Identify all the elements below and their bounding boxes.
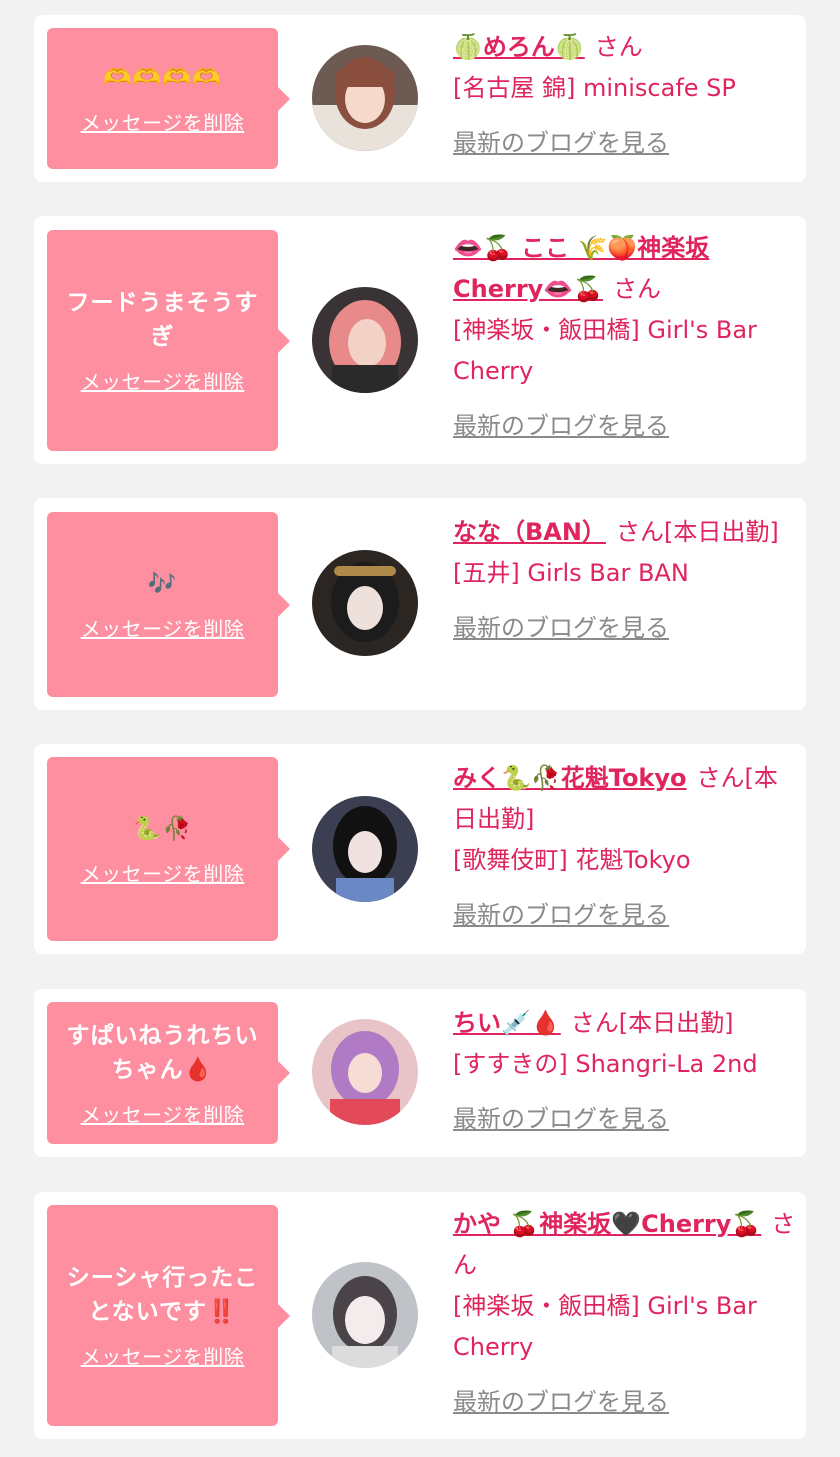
avatar[interactable] xyxy=(312,550,418,656)
message-text: シーシャ行ったことないです‼️ xyxy=(66,1265,259,1325)
honorific: さん xyxy=(696,764,745,792)
shop-name: [神楽坂・飯田橋] Girl's Bar Cherry xyxy=(453,316,757,385)
shop-name: [歌舞伎町] 花魁Tokyo xyxy=(453,846,691,874)
message-bubble: すぱいねうれちいちゃん🩸 メッセージを削除 xyxy=(47,1002,290,1144)
cast-name-link[interactable]: 👄🍒 ここ 🌾🍑神楽坂Cherry👄🍒 xyxy=(453,234,709,303)
avatar[interactable] xyxy=(312,796,418,902)
latest-blog-link[interactable]: 最新のブログを見る xyxy=(453,1382,669,1423)
latest-blog-link[interactable]: 最新のブログを見る xyxy=(453,123,669,164)
avatar[interactable] xyxy=(312,1262,418,1368)
delete-message-link[interactable]: メッセージを削除 xyxy=(81,613,245,642)
avatar[interactable] xyxy=(312,287,418,393)
delete-message-link[interactable]: メッセージを削除 xyxy=(81,366,245,395)
avatar[interactable] xyxy=(312,1019,418,1125)
honorific: さん xyxy=(615,518,664,546)
message-text: 🐍🥀 xyxy=(132,815,193,842)
message-text: フードうまそうすぎ xyxy=(66,290,259,350)
message-text: すぱいねうれちいちゃん🩸 xyxy=(66,1022,259,1083)
message-card: フードうまそうすぎ メッセージを削除 👄🍒 ここ 🌾🍑神楽坂Cherry👄🍒 さん… xyxy=(34,216,806,464)
cast-info: みく🐍🥀花魁Tokyo さん[本日出勤] [歌舞伎町] 花魁Tokyo 最新のブロ… xyxy=(453,758,798,936)
message-bubble: 🎶 メッセージを削除 xyxy=(47,512,290,697)
latest-blog-link[interactable]: 最新のブログを見る xyxy=(453,406,669,447)
message-bubble: 🐍🥀 メッセージを削除 xyxy=(47,757,290,941)
cast-info: ちい💉🩸 さん[本日出勤] [すすきの] Shangri-La 2nd 最新のブロ… xyxy=(453,1003,798,1140)
message-bubble: フードうまそうすぎ メッセージを削除 xyxy=(47,230,290,451)
delete-message-link[interactable]: メッセージを削除 xyxy=(81,107,245,136)
work-status: [本日出勤] xyxy=(663,518,779,546)
message-card: 🐍🥀 メッセージを削除 みく🐍🥀花魁Tokyo さん[本日出勤] [歌舞伎町] 花… xyxy=(34,744,806,954)
delete-message-link[interactable]: メッセージを削除 xyxy=(81,858,245,887)
message-text: 🫶🫶🫶🫶 xyxy=(103,65,222,91)
message-text: 🎶 xyxy=(147,571,178,597)
cast-info: 🍈めろん🍈 さん [名古屋 錦] miniscafe SP 最新のブログを見る xyxy=(453,27,798,164)
avatar[interactable] xyxy=(312,45,418,151)
cast-info: かや 🍒神楽坂🖤Cherry🍒 さん [神楽坂・飯田橋] Girl's Bar C… xyxy=(453,1204,798,1423)
cast-info: 👄🍒 ここ 🌾🍑神楽坂Cherry👄🍒 さん [神楽坂・飯田橋] Girl's B… xyxy=(453,228,798,447)
message-bubble: 🫶🫶🫶🫶 メッセージを削除 xyxy=(47,28,290,169)
honorific: さん xyxy=(594,33,643,61)
delete-message-link[interactable]: メッセージを削除 xyxy=(81,1341,245,1370)
message-card: シーシャ行ったことないです‼️ メッセージを削除 かや 🍒神楽坂🖤Cherry🍒… xyxy=(34,1192,806,1439)
shop-name: [神楽坂・飯田橋] Girl's Bar Cherry xyxy=(453,1292,757,1361)
cast-name-link[interactable]: みく🐍🥀花魁Tokyo xyxy=(453,764,687,792)
honorific: さん xyxy=(570,1009,619,1037)
latest-blog-link[interactable]: 最新のブログを見る xyxy=(453,1099,669,1140)
cast-name-link[interactable]: かや 🍒神楽坂🖤Cherry🍒 xyxy=(453,1210,761,1238)
cast-name-link[interactable]: なな（BAN） xyxy=(453,518,606,546)
cast-name-link[interactable]: 🍈めろん🍈 xyxy=(453,33,585,61)
shop-name: [五井] Girls Bar BAN xyxy=(453,559,689,587)
shop-name: [名古屋 錦] miniscafe SP xyxy=(453,74,736,102)
cast-info: なな（BAN） さん[本日出勤] [五井] Girls Bar BAN 最新のブロ… xyxy=(453,512,798,649)
message-card: 🎶 メッセージを削除 なな（BAN） さん[本日出勤] [五井] Girls Ba… xyxy=(34,498,806,710)
honorific: さん xyxy=(613,275,662,303)
work-status: [本日出勤] xyxy=(618,1009,734,1037)
latest-blog-link[interactable]: 最新のブログを見る xyxy=(453,895,669,936)
message-bubble: シーシャ行ったことないです‼️ メッセージを削除 xyxy=(47,1205,290,1426)
cast-name-link[interactable]: ちい💉🩸 xyxy=(453,1009,561,1037)
latest-blog-link[interactable]: 最新のブログを見る xyxy=(453,608,669,649)
delete-message-link[interactable]: メッセージを削除 xyxy=(81,1099,245,1128)
shop-name: [すすきの] Shangri-La 2nd xyxy=(453,1050,758,1078)
message-card: すぱいねうれちいちゃん🩸 メッセージを削除 ちい💉🩸 さん[本日出勤] [すすきの… xyxy=(34,989,806,1157)
message-card: 🫶🫶🫶🫶 メッセージを削除 🍈めろん🍈 さん [名古屋 錦] miniscafe … xyxy=(34,15,806,182)
